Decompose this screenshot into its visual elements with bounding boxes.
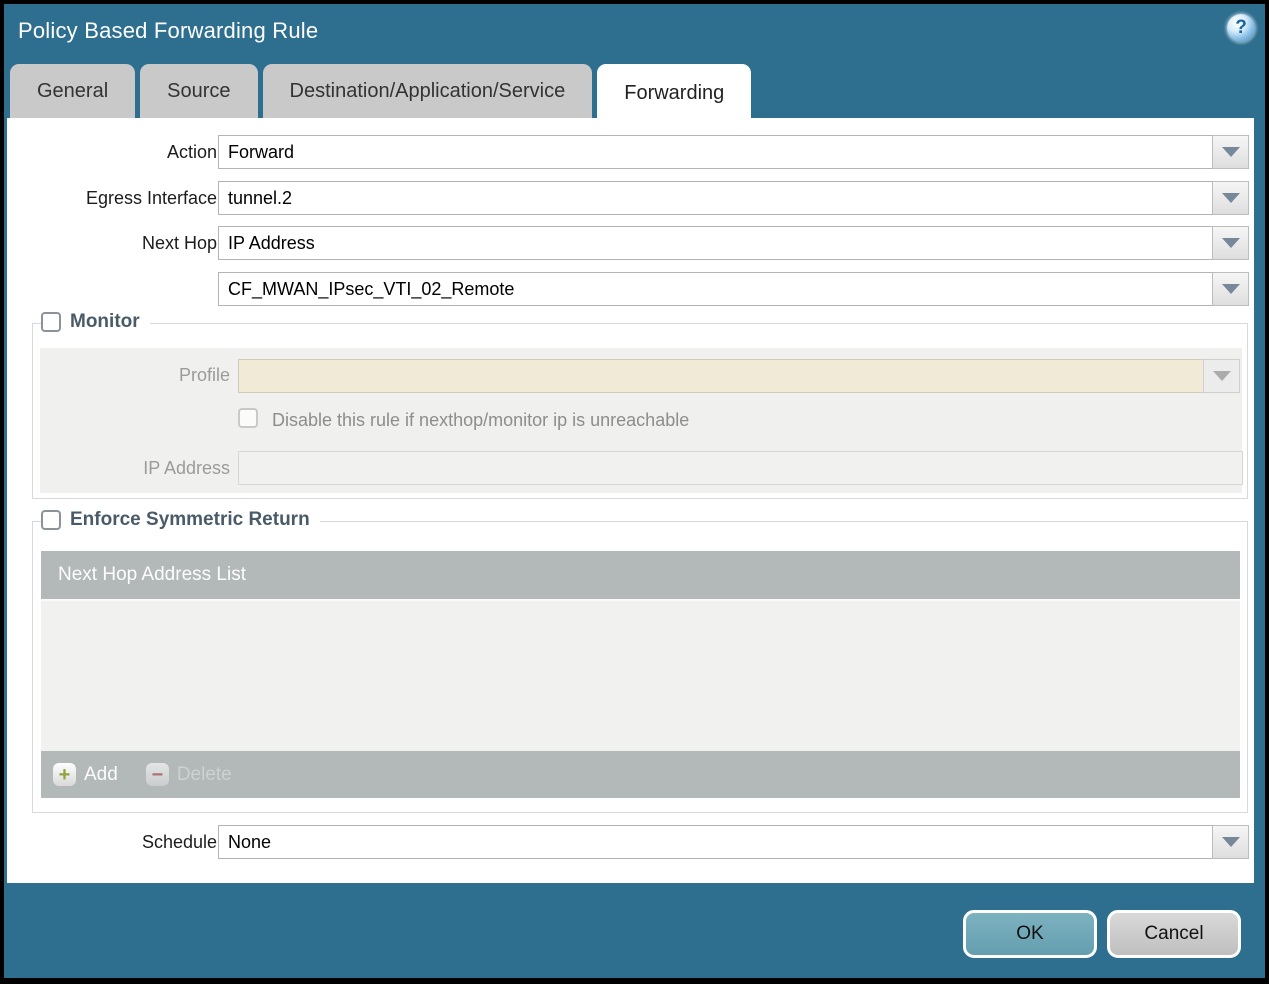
chevron-down-icon xyxy=(1212,371,1231,381)
forwarding-tab-panel: Action Forward Egress Interface tunnel.2… xyxy=(7,118,1254,883)
monitor-legend: Monitor xyxy=(41,311,150,333)
symmetric-return-legend-label: Enforce Symmetric Return xyxy=(70,509,310,530)
chevron-down-icon xyxy=(1221,284,1240,294)
next-hop-address-list-toolbar: + Add − Delete xyxy=(41,751,1240,798)
dialog-frame: Policy Based Forwarding Rule ? General S… xyxy=(4,4,1265,978)
action-field[interactable]: Forward xyxy=(218,135,1213,169)
schedule-dropdown-button[interactable] xyxy=(1212,825,1249,859)
egress-interface-label: Egress Interface xyxy=(85,188,217,208)
tab-forwarding[interactable]: Forwarding xyxy=(597,64,752,122)
tab-general[interactable]: General xyxy=(10,64,136,118)
symmetric-return-legend: Enforce Symmetric Return xyxy=(41,509,320,531)
chevron-down-icon xyxy=(1221,238,1240,248)
monitor-ip-address-label: IP Address xyxy=(143,458,230,478)
tab-source[interactable]: Source xyxy=(140,64,258,118)
plus-icon: + xyxy=(53,763,76,786)
monitor-fieldset: Monitor Profile Disable this rule if nex… xyxy=(32,311,1248,499)
enforce-symmetric-return-checkbox[interactable] xyxy=(41,510,61,530)
profile-label: Profile xyxy=(178,365,230,385)
next-hop-type-dropdown-button[interactable] xyxy=(1212,226,1249,260)
next-hop-address-field[interactable]: CF_MWAN_IPsec_VTI_02_Remote xyxy=(218,272,1213,306)
schedule-label: Schedule xyxy=(141,832,217,852)
monitor-ip-address-field xyxy=(238,451,1243,485)
action-dropdown-button[interactable] xyxy=(1212,135,1249,169)
delete-button-label: Delete xyxy=(176,763,232,785)
symmetric-return-fieldset: Enforce Symmetric Return Next Hop Addres… xyxy=(32,509,1248,813)
next-hop-address-list-header: Next Hop Address List xyxy=(41,551,1240,599)
profile-field xyxy=(238,359,1204,393)
chevron-down-icon xyxy=(1221,837,1240,847)
monitor-panel: Profile Disable this rule if nexthop/mon… xyxy=(40,348,1243,493)
disable-rule-checkbox xyxy=(238,408,258,428)
profile-dropdown-button xyxy=(1203,359,1240,393)
action-label: Action xyxy=(166,142,217,162)
monitor-legend-label: Monitor xyxy=(70,311,140,332)
dialog-title: Policy Based Forwarding Rule xyxy=(18,18,319,43)
chevron-down-icon xyxy=(1221,193,1240,203)
next-hop-type-field[interactable]: IP Address xyxy=(218,226,1213,260)
add-button[interactable]: + Add xyxy=(53,763,118,786)
monitor-checkbox[interactable] xyxy=(41,312,61,332)
next-hop-label: Next Hop xyxy=(141,233,217,253)
ok-button[interactable]: OK xyxy=(963,910,1097,958)
tab-destination-application-service[interactable]: Destination/Application/Service xyxy=(262,64,593,118)
next-hop-address-dropdown-button[interactable] xyxy=(1212,272,1249,306)
egress-interface-field[interactable]: tunnel.2 xyxy=(218,181,1213,215)
egress-interface-dropdown-button[interactable] xyxy=(1212,181,1249,215)
add-button-label: Add xyxy=(84,763,118,785)
help-icon[interactable]: ? xyxy=(1227,14,1255,42)
chevron-down-icon xyxy=(1221,147,1240,157)
pbf-rule-dialog: Policy Based Forwarding Rule ? General S… xyxy=(0,0,1269,984)
cancel-button[interactable]: Cancel xyxy=(1107,910,1241,958)
tab-bar: General Source Destination/Application/S… xyxy=(10,64,752,122)
next-hop-address-list-body[interactable] xyxy=(41,599,1240,751)
schedule-field[interactable]: None xyxy=(218,825,1213,859)
next-hop-address-table: Next Hop Address List + Add − Delete xyxy=(41,551,1240,798)
disable-rule-checkbox-label: Disable this rule if nexthop/monitor ip … xyxy=(272,410,690,430)
delete-button: − Delete xyxy=(145,763,232,786)
minus-icon: − xyxy=(145,763,169,786)
